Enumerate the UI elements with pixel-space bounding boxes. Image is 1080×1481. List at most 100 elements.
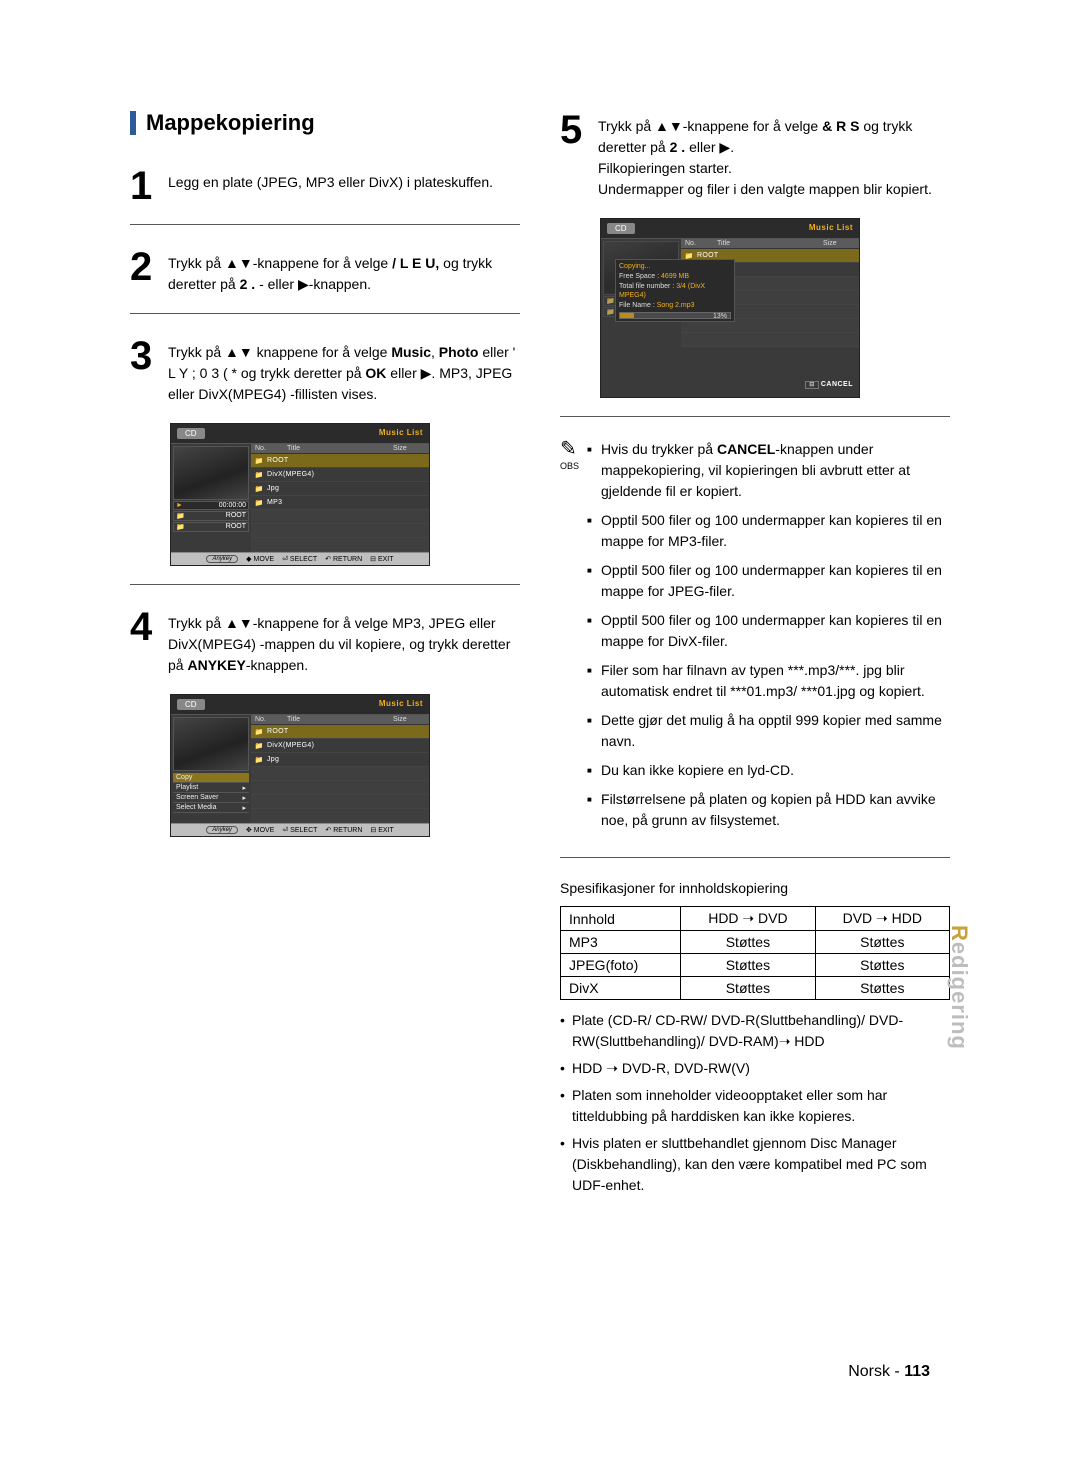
step-2-bold-2: 2 .: [240, 276, 256, 292]
step-3-text: Trykk på ▲▼ knappene for å velge Music, …: [168, 336, 520, 405]
note-item: Filer som har filnavn av typen ***.mp3/*…: [587, 660, 950, 702]
menu-screensaver-label: Screen Saver: [176, 794, 218, 801]
foot-return-2: RETURN: [333, 827, 362, 834]
step-5-bold-1: & R S: [822, 118, 859, 134]
th-no-3: No.: [681, 239, 713, 248]
step-3: 3 Trykk på ▲▼ knappene for å velge Music…: [130, 336, 520, 405]
foot-move: MOVE: [253, 556, 274, 563]
shot-tab-3: CD: [607, 223, 635, 234]
menu-playlist: Playlist▸: [173, 783, 249, 793]
step-3-text-a: Trykk på ▲▼ knappene for å velge: [168, 344, 391, 360]
note-0-b: CANCEL: [717, 441, 775, 457]
step-3-bold-2: Photo: [439, 344, 479, 360]
th-size: Size: [389, 444, 429, 453]
dot-item: Hvis platen er sluttbehandlet gjennom Di…: [560, 1133, 950, 1196]
folder-icon: 📁: [251, 756, 267, 764]
screenshot-copying: CD Music List 📁ROOT 📁ROOT No.TitleSize 📁…: [600, 218, 860, 398]
th-no: No.: [251, 444, 283, 453]
note-0-a: Hvis du trykker på: [601, 441, 717, 457]
step-3-bold-1: Music: [391, 344, 431, 360]
th-no-2: No.: [251, 715, 283, 724]
shot-row-root: 📁ROOT: [251, 454, 429, 468]
table-row: Innhold HDD ➝ DVD DVD ➝ HDD: [561, 907, 950, 931]
spec-r1c3: Støttes: [815, 931, 949, 954]
step-3-number: 3: [130, 336, 158, 405]
folder-icon: 📁: [251, 728, 267, 736]
note-item: Opptil 500 filer og 100 undermapper kan …: [587, 610, 950, 652]
shot-footer-2: Anykey ✥ MOVE ⏎ SELECT ↶ RETURN ⊟ EXIT: [171, 823, 429, 836]
page-footer: Norsk - 113: [848, 1363, 930, 1381]
side-tab-accent: R: [947, 925, 972, 942]
step-2-text-a: Trykk på ▲▼-knappene for å velge: [168, 255, 392, 271]
shot-row-empty: [251, 524, 429, 538]
dot-item: Plate (CD-R/ CD-RW/ DVD-R(Sluttbehandlin…: [560, 1010, 950, 1052]
shot-left-root-2: ROOT: [226, 523, 246, 531]
th-size-2: Size: [389, 715, 429, 724]
spec-r3c1: DivX: [561, 977, 681, 1000]
shot-row-empty: [251, 538, 429, 552]
step-5-line2: Filkopieringen starter.: [598, 160, 732, 176]
shot2-row-empty: [251, 781, 429, 795]
shot-footer: Anykey ◆ MOVE ⏎ SELECT ↶ RETURN ⊟ EXIT: [171, 552, 429, 565]
obs-label: OBS: [560, 461, 579, 471]
shot-thumbnail-2: [173, 717, 249, 771]
progress-bar: 13%: [619, 312, 731, 319]
spec-h2: HDD ➝ DVD: [681, 907, 815, 931]
spec-h3: DVD ➝ HDD: [815, 907, 949, 931]
divider: [560, 416, 950, 417]
spec-r1c2: Støttes: [681, 931, 815, 954]
folder-icon: 📁: [251, 499, 267, 507]
shot-tab: CD: [177, 428, 205, 439]
heading-accent-bar: [130, 111, 136, 135]
step-3-comma: ,: [431, 344, 439, 360]
shot-tab-2: CD: [177, 699, 205, 710]
copybox-title: Copying...: [619, 262, 731, 272]
copybox-free-label: Free Space :: [619, 273, 659, 280]
spec-bullet-list: Plate (CD-R/ CD-RW/ DVD-R(Sluttbehandlin…: [560, 1010, 950, 1196]
th-title-3: Title: [713, 239, 819, 248]
divider: [560, 857, 950, 858]
shot-row-divx: 📁DivX(MPEG4): [251, 468, 429, 482]
step-2: 2 Trykk på ▲▼-knappene for å velge / L E…: [130, 247, 520, 295]
spec-title: Spesifikasjoner for innholdskopiering: [560, 880, 950, 896]
step-5-bold-2: 2 .: [670, 139, 686, 155]
folder-icon: 📁: [606, 308, 615, 316]
th-title-2: Title: [283, 715, 389, 724]
th-size-3: Size: [819, 239, 859, 248]
footer-lang: Norsk -: [848, 1363, 904, 1380]
note-item: Filstørrelsene på platen og kopien på HD…: [587, 789, 950, 831]
table-row: JPEG(foto) Støttes Støttes: [561, 954, 950, 977]
shot-row-mp3: 📁MP3: [251, 496, 429, 510]
step-4-number: 4: [130, 607, 158, 676]
foot-exit: EXIT: [378, 556, 394, 563]
note-item: Dette gjør det mulig å ha opptil 999 kop…: [587, 710, 950, 752]
anykey-badge: Anykey: [206, 555, 238, 563]
menu-selectmedia: Select Media▸: [173, 803, 249, 813]
copybox-name-value: Song 2.mp3: [657, 302, 695, 309]
shot2-row-empty: [251, 767, 429, 781]
note-item: Opptil 500 filer og 100 undermapper kan …: [587, 510, 950, 552]
step-2-number: 2: [130, 247, 158, 295]
divider: [130, 313, 520, 314]
foot-select-2: SELECT: [290, 827, 317, 834]
step-1: 1 Legg en plate (JPEG, MP3 eller DivX) i…: [130, 166, 520, 206]
cancel-row: ⊟CANCEL: [601, 377, 859, 392]
shot-row-2-label: Jpg: [267, 485, 279, 492]
obs-note-block: ✎ OBS Hvis du trykker på CANCEL-knappen …: [560, 439, 950, 839]
table-row: DivX Støttes Støttes: [561, 977, 950, 1000]
shot2-row-jpg: 📁Jpg: [251, 753, 429, 767]
step-2-bold-1: / L E U,: [392, 255, 439, 271]
spec-h1: Innhold: [561, 907, 681, 931]
shot2-row-empty: [251, 809, 429, 823]
spec-table: Innhold HDD ➝ DVD DVD ➝ HDD MP3 Støttes …: [560, 906, 950, 1000]
folder-icon: 📁: [606, 297, 615, 305]
dot-item: HDD ➝ DVD-R, DVD-RW(V): [560, 1058, 950, 1079]
folder-icon: 📁: [251, 742, 267, 750]
cancel-icon: ⊟: [805, 381, 819, 389]
step-5-number: 5: [560, 110, 588, 200]
step-5-text: Trykk på ▲▼-knappene for å velge & R S o…: [598, 110, 950, 200]
folder-icon: 📁: [176, 512, 185, 520]
menu-selectmedia-label: Select Media: [176, 804, 216, 811]
shot-row-0-label: ROOT: [267, 457, 288, 464]
folder-icon: 📁: [251, 485, 267, 493]
